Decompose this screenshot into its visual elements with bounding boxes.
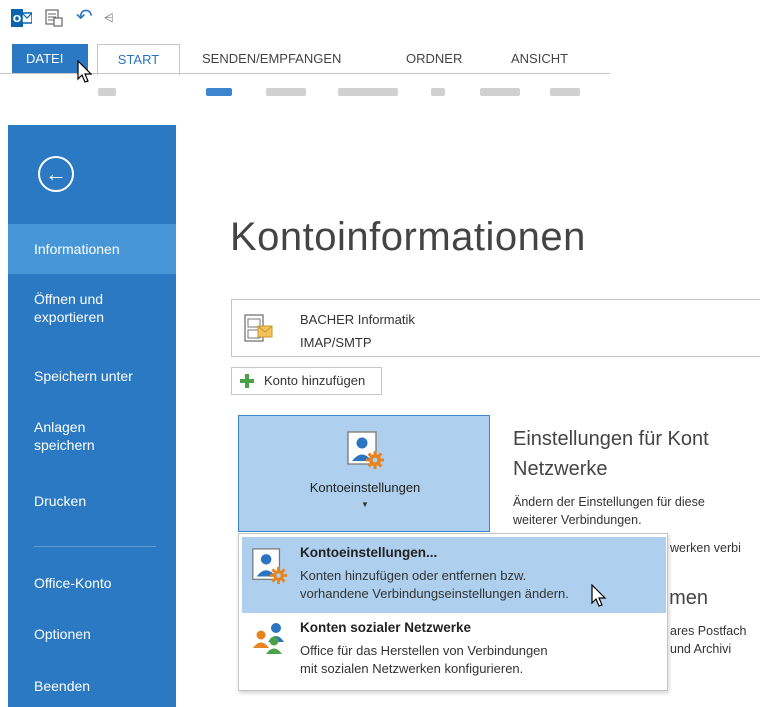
ribbon-icon-fragment (98, 88, 116, 96)
tab-start[interactable]: START (97, 44, 180, 75)
ribbon-icon-fragment (480, 88, 520, 96)
ribbon-content-cropped (88, 82, 608, 96)
add-account-button[interactable]: Konto hinzufügen (231, 367, 382, 395)
add-account-label: Konto hinzufügen (264, 373, 366, 388)
mailbox-account-icon (244, 312, 274, 346)
ribbon-icon-fragment (206, 88, 232, 96)
nav-item-drucken[interactable]: Drucken (8, 492, 176, 510)
account-settings-button[interactable]: Kontoeinstellungen ▼ (238, 415, 490, 532)
quick-access-toolbar: O ↶ ⩤ (0, 0, 200, 40)
account-settings-icon (345, 430, 385, 470)
outlook-app-icon: O (11, 8, 33, 28)
nav-item-oeffnen-exportieren[interactable]: Öffnen und exportieren (8, 290, 148, 326)
svg-text:O: O (13, 14, 22, 25)
menu-item-title: Kontoeinstellungen... (300, 545, 438, 560)
menu-item-konten-sozialer-netzwerke[interactable]: Konten sozialer Netzwerke Office für das… (242, 616, 666, 688)
social-network-people-icon (250, 620, 288, 658)
account-settings-dropdown: Kontoeinstellungen... Konten hinzufügen … (238, 533, 668, 691)
mouse-cursor-icon (591, 584, 607, 607)
account-selector[interactable]: BACHER Informatik IMAP/SMTP (231, 299, 760, 357)
nav-divider (34, 546, 156, 547)
nav-item-beenden[interactable]: Beenden (8, 677, 176, 695)
nav-item-optionen[interactable]: Optionen (8, 625, 176, 643)
tab-send-receive[interactable]: SENDEN/EMPFANGEN (202, 44, 341, 74)
settings-section-description: Ändern der Einstellungen für diese weite… (513, 495, 705, 527)
customize-toolbar-icon[interactable]: ⩤ (104, 8, 116, 28)
settings-section-title: Einstellungen für Kont Netzwerke (513, 428, 709, 480)
tab-view[interactable]: ANSICHT (511, 44, 568, 74)
account-type: IMAP/SMTP (300, 335, 372, 350)
back-arrow-circle-icon[interactable]: ← (38, 156, 74, 192)
page-title: Kontoinformationen (230, 215, 586, 259)
ribbon-icon-fragment (338, 88, 398, 96)
send-receive-icon[interactable] (44, 8, 64, 28)
ribbon-icon-fragment (431, 88, 445, 96)
chevron-down-icon: ▼ (361, 500, 369, 509)
mailbox-section-fragment: ares Postfach (670, 624, 747, 638)
ribbon-icon-fragment (266, 88, 306, 96)
account-settings-icon (250, 547, 288, 585)
nav-item-office-konto[interactable]: Office-Konto (8, 574, 176, 592)
backstage-nav: ← Informationen Öffnen und exportieren S… (8, 125, 176, 707)
plus-icon (240, 374, 254, 388)
nav-item-speichern-unter[interactable]: Speichern unter (8, 367, 176, 385)
nav-item-anlagen-speichern[interactable]: Anlagen speichern (8, 418, 118, 454)
ribbon-icon-fragment (550, 88, 580, 96)
mouse-cursor-icon (77, 60, 93, 83)
undo-icon[interactable]: ↶ (76, 7, 96, 28)
nav-item-informationen[interactable]: Informationen (8, 224, 176, 274)
account-name: BACHER Informatik (300, 312, 415, 327)
mailbox-section-fragment: und Archivi (670, 642, 732, 656)
menu-item-description: Office für das Herstellen von Verbindung… (300, 643, 548, 676)
account-settings-label: Kontoeinstellungen (309, 480, 421, 495)
tab-folder[interactable]: ORDNER (406, 44, 462, 74)
settings-section-fragment: werken verbi (670, 541, 741, 555)
menu-item-title: Konten sozialer Netzwerke (300, 620, 472, 635)
